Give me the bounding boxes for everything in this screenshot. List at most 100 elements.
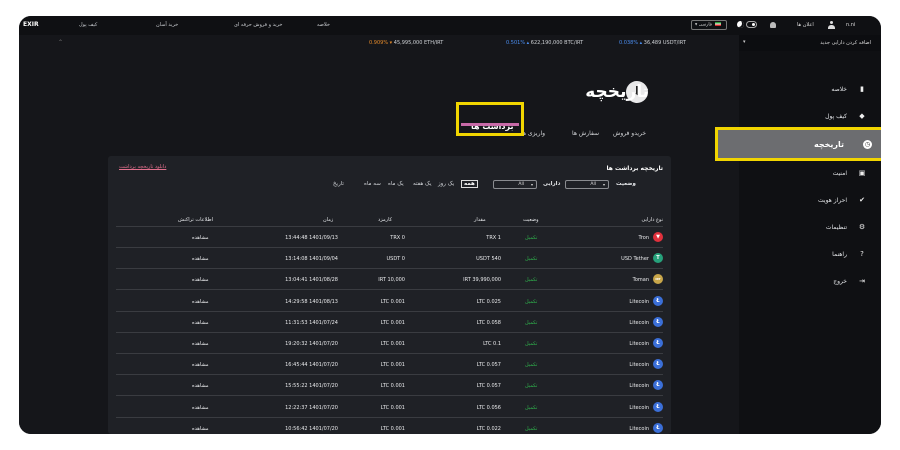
ticker-item-btc[interactable]: 0.501% ▴ 622,190,000 BTC/IRT (506, 40, 583, 46)
nav-quick-buy[interactable]: خرید آسان (156, 22, 178, 28)
date-filter-label[interactable]: تاریخ (333, 181, 344, 187)
table-row: Ł Litecoin تکمیل LTC 0.057 LTC 0.001 16:45:44… (116, 354, 663, 376)
fee-cell: LTC 0.001 (380, 425, 405, 432)
app-frame: EXIR کیف پول خرید آسان خرید و فروش حرفه … (19, 16, 881, 434)
nav-summary[interactable]: خلاصه (317, 22, 330, 28)
fee-cell: LTC 0.001 (380, 298, 405, 305)
tab-highlight-box (456, 102, 524, 136)
ticker-item-usdt[interactable]: 0.038% ▴ 36,489 USDT/IRT (619, 40, 686, 46)
table-row: Ł Litecoin تکمیل LTC 0.025 LTC 0.001 14:29:58… (116, 291, 663, 312)
tab-orders[interactable]: سفارش ها (572, 130, 599, 137)
asset-filter-select[interactable]: All ▾ (493, 180, 537, 189)
nav-pro-trade[interactable]: خرید و فروش حرفه ای (234, 22, 283, 28)
coin-name: Litecoin (629, 425, 649, 432)
view-link[interactable]: مشاهده (192, 256, 209, 262)
clock-icon: ◷ (863, 140, 872, 149)
username[interactable]: n.ni (846, 22, 855, 28)
asset-filter-label: دارایی (543, 181, 561, 187)
ticker-item-eth[interactable]: 0.909% ▾ 45,995,000 ETH/IRT (369, 40, 443, 46)
help-icon: ? (860, 250, 864, 258)
range-all[interactable]: همه (461, 180, 478, 188)
time-cell: 13:04:41 1401/08/28 (285, 277, 338, 284)
sidebar-item-logout[interactable]: خروج ⇥ (739, 273, 881, 291)
user-icon[interactable] (828, 21, 835, 29)
sidebar-item-summary[interactable]: خلاصه ▮ (739, 81, 881, 99)
view-link[interactable]: مشاهده (192, 383, 209, 389)
status-badge: تکمیل (525, 425, 538, 432)
bell-icon[interactable] (770, 22, 776, 28)
table-row: IRT Toman تکمیل IRT 39,990,000 IRT 10,000 13:… (116, 269, 663, 291)
sidebar-item-verification[interactable]: احراز هویت ✔ (739, 192, 881, 210)
sidebar-item-wallet[interactable]: کیف پول ◆ (739, 108, 881, 126)
view-link[interactable]: مشاهده (192, 320, 209, 326)
table-row: Ł Litecoin تکمیل LTC 0.057 LTC 0.001 15:55:22… (116, 375, 663, 397)
fee-cell: USDT 0 (386, 256, 405, 263)
view-link[interactable]: مشاهده (192, 362, 209, 368)
amount-cell: USDT 540 (476, 256, 501, 263)
table-row: Ł Litecoin تکمیل LTC 0.1 LTC 0.001 19:20:32 1… (116, 333, 663, 354)
sidebar-item-history[interactable]: تاریخچه ◷ (715, 127, 881, 161)
coin-name: Litecoin (629, 383, 649, 390)
theme-toggle[interactable] (737, 20, 757, 30)
time-cell: 19:20:32 1401/07/20 (285, 341, 338, 347)
range-day[interactable]: یک روز (438, 181, 454, 187)
amount-cell: IRT 39,990,000 (463, 277, 501, 284)
coin-name: Litecoin (629, 319, 649, 326)
view-link[interactable]: مشاهده (192, 405, 209, 411)
coin-name: USD Tether (621, 256, 649, 263)
download-history-link[interactable]: دانلود تاریخچه برداشت (119, 164, 166, 170)
amount-cell: LTC 0.057 (476, 362, 501, 369)
coin-icon: Ł (653, 359, 663, 370)
sidebar: ▾ اضافه کردن دارایی جدید خلاصه ▮ کیف پول… (715, 35, 881, 434)
coin-icon: Ł (653, 380, 663, 391)
sidebar-item-help[interactable]: راهنما ? (739, 246, 881, 264)
col-time: زمان (323, 217, 334, 223)
top-bar: EXIR کیف پول خرید آسان خرید و فروش حرفه … (19, 16, 881, 35)
coin-icon: Ł (653, 338, 663, 348)
fee-cell: LTC 0.001 (380, 404, 405, 411)
range-month[interactable]: یک ماه (388, 181, 404, 187)
sidebar-item-security[interactable]: امنیت ▣ (739, 165, 881, 183)
view-link[interactable]: مشاهده (192, 426, 209, 432)
time-cell: 13:44:48 1401/09/13 (285, 235, 338, 241)
view-link[interactable]: مشاهده (192, 341, 209, 347)
status-badge: تکمیل (525, 235, 538, 241)
view-link[interactable]: مشاهده (192, 235, 209, 241)
status-filter-select[interactable]: All ▾ (565, 180, 609, 189)
coin-name: Toman (632, 277, 649, 284)
language-select[interactable]: ▾ فارسی (691, 20, 727, 30)
chevron-down-icon: ▾ (695, 22, 698, 28)
exir-logo[interactable]: EXIR (23, 21, 39, 28)
status-badge: تکمیل (525, 341, 538, 347)
fee-cell: LTC 0.001 (380, 383, 405, 390)
coin-name: Litecoin (629, 362, 649, 369)
view-link[interactable]: مشاهده (192, 277, 209, 283)
coin-icon: Ł (653, 401, 663, 412)
amount-cell: LTC 0.1 (483, 341, 501, 347)
status-badge: تکمیل (525, 362, 538, 369)
check-circle-icon: ✔ (859, 196, 865, 204)
status-badge: تکمیل (525, 319, 538, 326)
chevron-down-icon: ▾ (602, 182, 605, 187)
col-tx-info: اطلاعات تراکنش (178, 217, 213, 223)
tab-deposits[interactable]: واریزی ها (521, 130, 545, 137)
coin-icon: Ł (653, 295, 663, 306)
sidebar-item-settings[interactable]: تنظیمات ⚙ (739, 219, 881, 237)
toggle-switch[interactable] (746, 21, 757, 28)
nav-wallet[interactable]: کیف پول (79, 22, 97, 28)
add-asset-button[interactable]: ▾ اضافه کردن دارایی جدید (739, 35, 881, 51)
view-link[interactable]: مشاهده (192, 299, 209, 305)
range-week[interactable]: یک هفته (413, 181, 432, 187)
table-row: Ł Litecoin تکمیل LTC 0.058 LTC 0.001 11:31:53… (116, 312, 663, 333)
table-row: T USD Tether تکمیل USDT 540 USDT 0 13:14:08 1… (116, 248, 663, 270)
coin-icon: Ł (653, 422, 663, 433)
range-3months[interactable]: سه ماه (364, 181, 381, 187)
amount-cell: LTC 0.025 (476, 298, 501, 305)
chevron-up-icon[interactable]: ⌃ (58, 39, 66, 47)
tab-trades[interactable]: خریدو فروش (613, 130, 646, 137)
status-badge: تکمیل (525, 383, 538, 390)
amount-cell: LTC 0.058 (476, 319, 501, 326)
main-content: تاریخچه خریدو فروش سفارش ها واریزی ها بر… (19, 51, 739, 434)
notifications-label[interactable]: اعلان ها (797, 22, 814, 28)
coin-name: Litecoin (629, 341, 649, 347)
